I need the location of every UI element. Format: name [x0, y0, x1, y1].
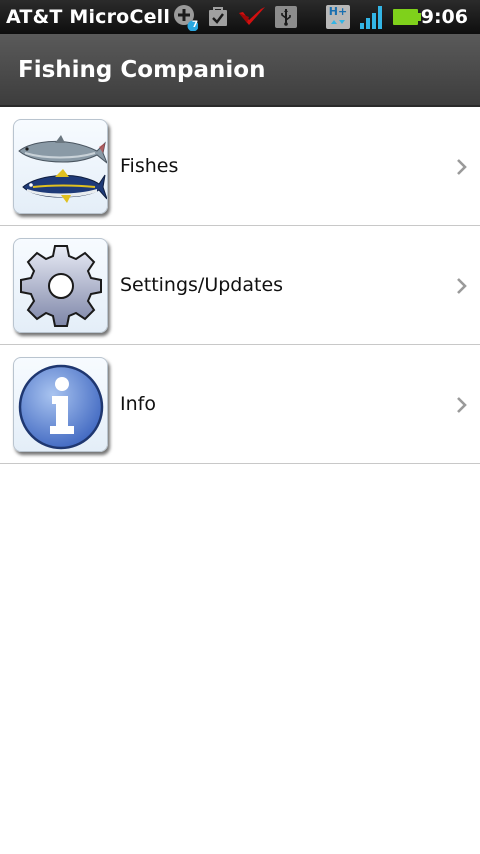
notification-count-badge: 7 — [191, 20, 199, 30]
fish-icon — [13, 119, 108, 214]
app-title-bar: Fishing Companion — [0, 34, 480, 107]
info-icon — [13, 357, 108, 452]
chevron-right-icon — [456, 107, 468, 226]
menu-item-label: Fishes — [120, 155, 179, 177]
market-update-icon — [207, 3, 229, 31]
carrier-name: AT&T MicroCell — [6, 6, 171, 28]
battery-icon — [392, 3, 422, 31]
chevron-right-icon — [456, 345, 468, 464]
menu-list: Fishes Settings/Updates Info — [0, 107, 480, 464]
app-title: Fishing Companion — [18, 56, 266, 83]
menu-item-settings-updates[interactable]: Settings/Updates — [0, 226, 480, 345]
gear-icon — [13, 238, 108, 333]
network-type-label: H+ — [328, 5, 348, 18]
usb-icon — [274, 3, 298, 31]
signal-strength-icon — [358, 3, 386, 31]
menu-item-label: Info — [120, 393, 156, 415]
menu-item-info[interactable]: Info — [0, 345, 480, 464]
menu-item-label: Settings/Updates — [120, 274, 284, 296]
status-bar: AT&T MicroCell 7 H+ 9:06 — [0, 0, 480, 34]
menu-item-fishes[interactable]: Fishes — [0, 107, 480, 226]
clock: 9:06 — [420, 6, 468, 28]
chevron-right-icon — [456, 226, 468, 345]
verizon-check-icon — [237, 3, 267, 31]
